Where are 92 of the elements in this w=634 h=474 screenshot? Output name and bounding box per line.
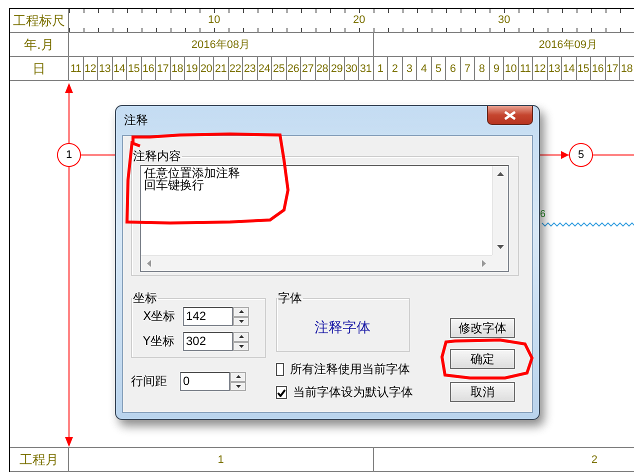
month-label: 2016年09月 [538,38,598,52]
down-arrow-icon [236,384,240,388]
node-circle: 5 [569,143,593,167]
check-icon [277,388,286,396]
day-number: 17 [156,62,169,74]
row-label: 日 [32,60,46,78]
scroll-up-icon [497,172,504,176]
day-number: 31 [360,62,372,74]
day-number: 1 [377,62,384,74]
day-number: 16 [142,62,154,74]
day-number: 14 [562,62,575,74]
day-number: 22 [229,62,242,74]
node-circle: 1 [57,143,81,167]
month-label: 2016年08月 [191,38,250,52]
scroll-down-icon [497,245,504,249]
day-number: 19 [186,62,198,74]
checkbox-label: 所有注释使用当前字体 [290,361,410,378]
spin-up-button[interactable] [233,332,249,342]
day-number: 21 [214,62,227,74]
day-number: 25 [272,62,285,74]
day-number: 14 [113,62,126,74]
day-number: 6 [450,62,456,74]
day-number: 2 [392,62,398,74]
day-number: 3 [406,62,412,74]
checkbox[interactable] [276,386,287,399]
field-label: X坐标 [143,308,176,325]
row-label: 工程月 [20,452,58,468]
dialog-button[interactable]: 确定 [450,349,515,369]
day-number: 12 [534,62,546,74]
dialog-button[interactable]: 取消 [450,382,515,402]
row-label: 工程标尺 [13,12,65,30]
day-number: 13 [548,62,560,74]
day-number: 28 [316,62,328,74]
day-number: 17 [606,62,618,74]
font-sample: 注释字体 [314,319,370,337]
down-arrow-icon [238,320,244,323]
spin-up-button[interactable] [230,372,246,382]
month-number: 2 [591,454,598,466]
horizontal-scrollbar[interactable] [141,255,492,271]
day-number: 7 [464,62,470,74]
group-label: 字体 [277,290,303,307]
day-number: 12 [84,62,96,74]
ruler-number: 20 [353,14,366,26]
checkbox-label: 当前字体设为默认字体 [293,384,413,401]
day-number: 15 [577,62,590,74]
close-icon [504,110,516,120]
dialog-button[interactable]: 修改字体 [450,318,515,338]
up-arrow-icon [238,335,244,338]
scroll-right-icon [482,260,486,267]
day-number: 18 [171,62,184,74]
text-line: 任意位置添加注释 [144,167,241,179]
number-field[interactable]: 0 [180,372,230,391]
up-arrow-icon [238,310,244,314]
day-number: 18 [620,62,633,74]
number-field[interactable]: 302 [183,332,233,351]
spin-up-button[interactable] [233,307,249,316]
day-number: 11 [520,62,531,74]
day-number: 11 [70,62,82,74]
ruler-number: 10 [208,14,220,26]
ruler-number: 30 [498,14,510,26]
vertical-scrollbar[interactable] [492,166,508,255]
day-number: 20 [200,62,212,74]
day-number: 8 [478,62,485,74]
text-line: 回车键换行 [144,179,204,191]
day-number: 10 [504,62,517,74]
day-number: 23 [244,62,256,74]
day-number: 4 [420,62,427,74]
group-label: 注释内容 [132,148,182,165]
month-number: 1 [218,454,224,466]
close-button[interactable] [487,106,533,125]
window-title: 注释 [123,112,148,129]
activity-label: 6 [540,209,546,220]
group-label: 坐标 [132,290,158,307]
day-number: 13 [98,62,111,74]
day-number: 24 [258,62,270,74]
field-label: 行间距 [131,373,168,390]
text-area[interactable]: 任意位置添加注释 回车键换行 [140,165,509,272]
field-label: Y坐标 [143,333,176,350]
day-number: 30 [345,62,358,74]
row-label: 年.月 [24,36,54,54]
up-arrow-icon [236,375,240,378]
day-number: 5 [435,62,442,74]
checkbox[interactable] [276,363,284,376]
day-number: 9 [493,62,500,74]
day-number: 26 [287,62,300,74]
scroll-left-icon [147,260,151,267]
down-arrow-icon [238,344,244,348]
day-number: 29 [330,62,343,74]
day-number: 27 [302,62,314,74]
day-number: 15 [128,62,140,74]
day-number: 16 [592,62,604,74]
number-field[interactable]: 142 [183,307,233,326]
